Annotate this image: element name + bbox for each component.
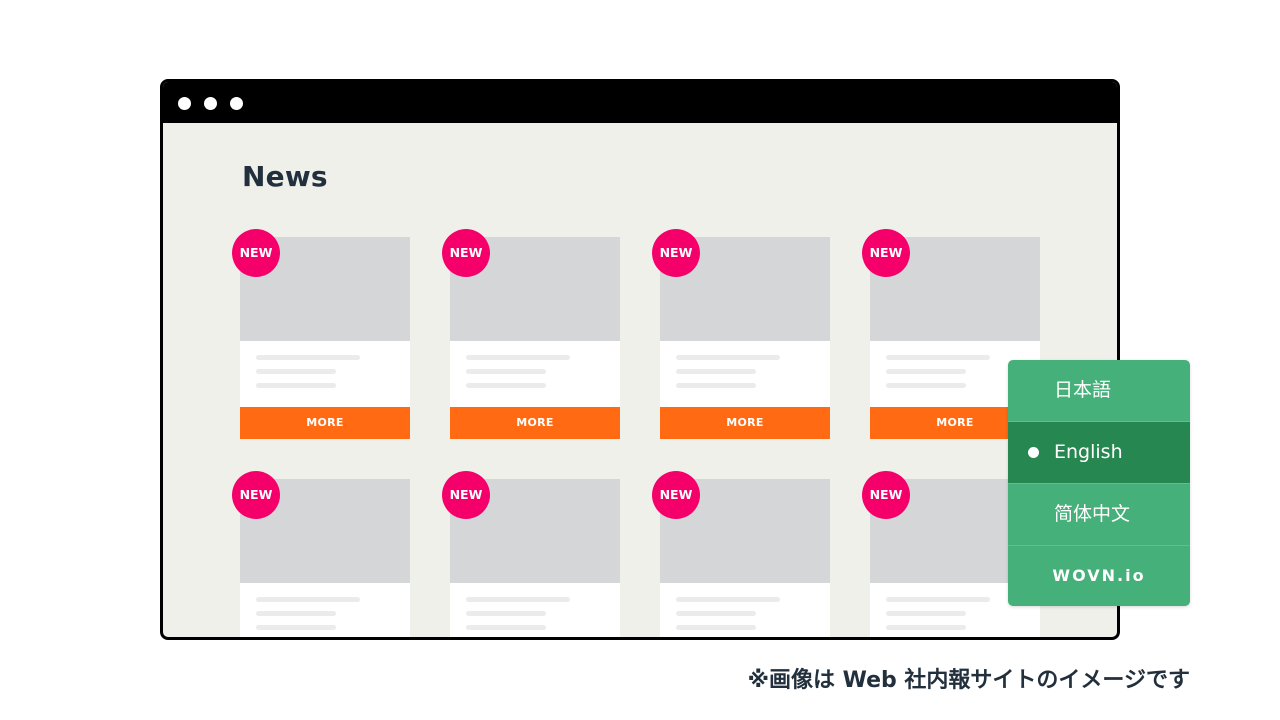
more-button[interactable]: MORE bbox=[450, 407, 620, 439]
new-badge: NEW bbox=[232, 471, 280, 519]
new-badge: NEW bbox=[862, 471, 910, 519]
card-text-line bbox=[676, 611, 756, 616]
card-text-line bbox=[466, 355, 570, 360]
new-badge: NEW bbox=[442, 471, 490, 519]
card-text-line bbox=[676, 625, 756, 630]
language-option-chinese[interactable]: 简体中文 bbox=[1008, 484, 1190, 545]
card-text-line bbox=[466, 369, 546, 374]
card-text-line bbox=[886, 383, 966, 388]
card-text-line bbox=[886, 355, 990, 360]
language-option-japanese[interactable]: 日本語 bbox=[1008, 360, 1190, 421]
window-dot-icon[interactable] bbox=[230, 97, 243, 110]
card-text-line bbox=[466, 383, 546, 388]
card-text-line bbox=[256, 383, 336, 388]
new-badge: NEW bbox=[652, 471, 700, 519]
language-switcher: 日本語 English 简体中文 WOVN.io bbox=[1008, 360, 1190, 606]
language-option-english[interactable]: English bbox=[1008, 422, 1190, 483]
card-text-line bbox=[466, 597, 570, 602]
card-text-line bbox=[886, 597, 990, 602]
card-text-line bbox=[466, 611, 546, 616]
card-text-line bbox=[256, 355, 360, 360]
wovn-logo: WOVN.io bbox=[1052, 566, 1146, 585]
page-title: News bbox=[242, 160, 328, 193]
more-button[interactable]: MORE bbox=[240, 407, 410, 439]
more-button[interactable]: MORE bbox=[660, 407, 830, 439]
browser-window: News MORE MORE MORE MORE NEW NEW NEW NEW… bbox=[160, 79, 1120, 640]
card-text-line bbox=[256, 597, 360, 602]
image-caption: ※画像は Web 社内報サイトのイメージです bbox=[747, 668, 1190, 693]
browser-titlebar bbox=[163, 82, 1117, 123]
window-dot-icon[interactable] bbox=[204, 97, 217, 110]
card-text-line bbox=[886, 369, 966, 374]
page-viewport: News MORE MORE MORE MORE NEW NEW NEW NEW… bbox=[163, 123, 1117, 637]
language-label: 日本語 bbox=[1054, 379, 1112, 401]
new-badge: NEW bbox=[652, 229, 700, 277]
card-text-line bbox=[886, 611, 966, 616]
new-badge: NEW bbox=[232, 229, 280, 277]
card-text-line bbox=[676, 383, 756, 388]
language-label: 简体中文 bbox=[1054, 503, 1131, 525]
card-text-line bbox=[886, 625, 966, 630]
card-text-line bbox=[256, 611, 336, 616]
card-text-line bbox=[466, 625, 546, 630]
card-text-line bbox=[676, 355, 780, 360]
selected-dot-icon bbox=[1028, 447, 1039, 458]
new-badge: NEW bbox=[442, 229, 490, 277]
card-text-line bbox=[256, 369, 336, 374]
card-text-line bbox=[676, 369, 756, 374]
card-text-line bbox=[676, 597, 780, 602]
card-text-line bbox=[256, 625, 336, 630]
new-badge: NEW bbox=[862, 229, 910, 277]
language-label: English bbox=[1054, 441, 1123, 463]
window-dot-icon[interactable] bbox=[178, 97, 191, 110]
